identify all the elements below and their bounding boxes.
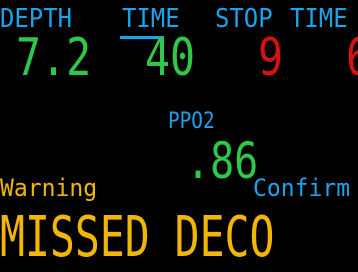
dive-time-value: 40 xyxy=(145,28,196,88)
stop-time-value: 6 xyxy=(346,32,358,84)
depth-value: 7.2 xyxy=(16,28,92,88)
warning-softkey-label[interactable]: Warning xyxy=(0,176,97,200)
stop-time-header: TIME xyxy=(290,4,348,34)
ppo2-value: .86 xyxy=(186,132,259,190)
warning-message: MISSED DECO xyxy=(0,205,275,270)
ppo2-label: PPO2 xyxy=(168,109,215,134)
stop-depth-value: 9 xyxy=(258,28,284,88)
confirm-softkey-label[interactable]: Confirm xyxy=(253,176,350,200)
dive-computer-screen: DEPTH TIME STOP TIME 7.2 40 9 6 PPO2 .86… xyxy=(0,0,358,272)
